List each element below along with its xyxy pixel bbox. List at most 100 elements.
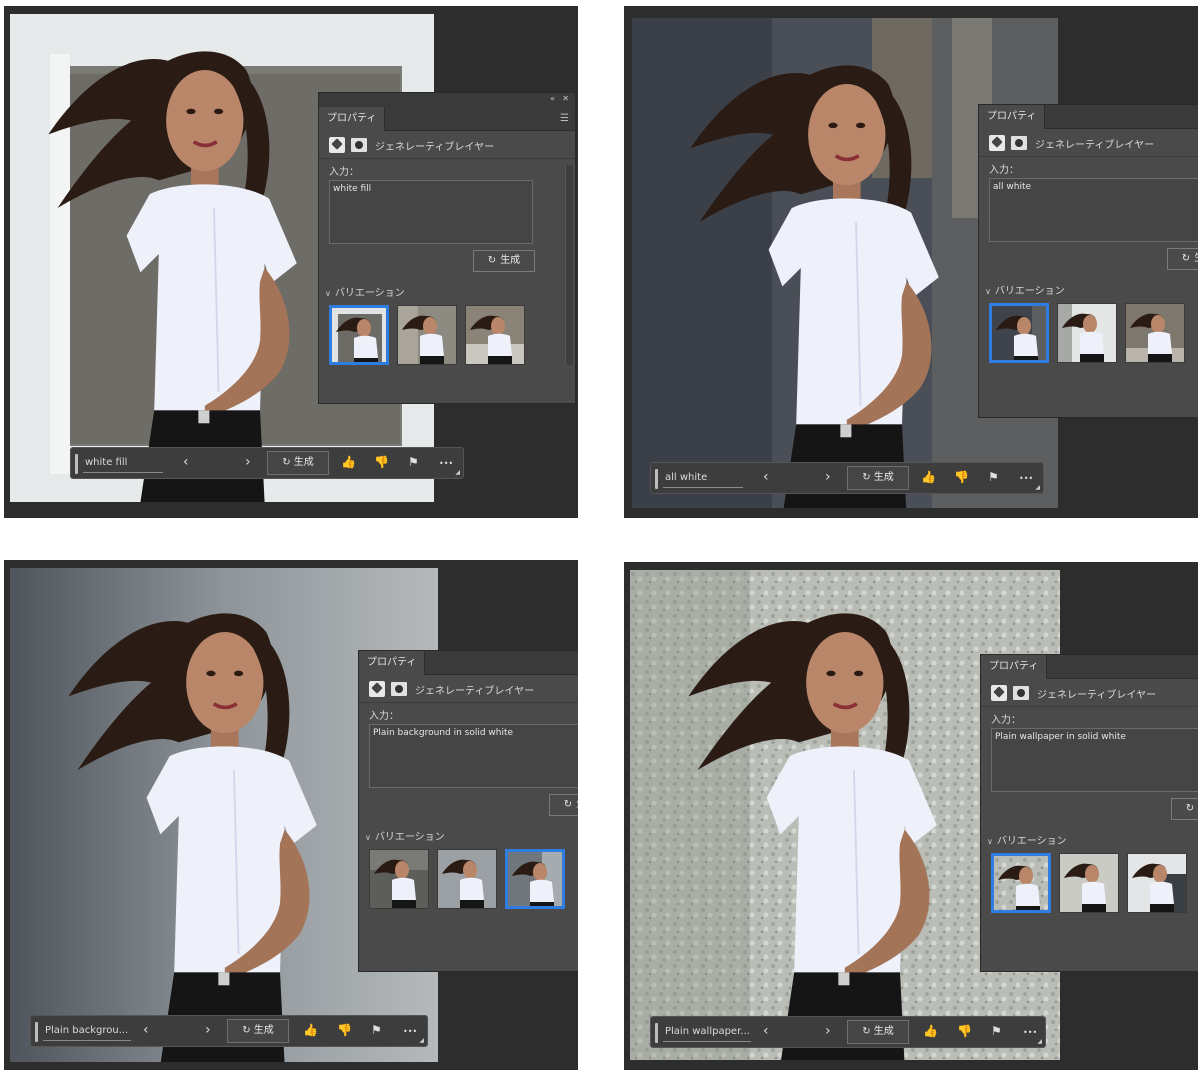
brush-icon [329, 137, 345, 153]
variation-thumbnail-2[interactable] [1057, 303, 1117, 363]
properties-panel-2: プロパティ ジェネレーティブレイヤー 入力： all white ↻生成 ∨バリ… [978, 104, 1198, 418]
variation-thumbnail-3[interactable] [505, 849, 565, 909]
refresh-icon: ↻ [242, 1025, 251, 1036]
tab-properties[interactable]: プロパティ [359, 651, 426, 675]
prompt-input[interactable]: all white [989, 178, 1198, 242]
variation-thumbnails [991, 853, 1198, 917]
prompt-input[interactable]: white fill [329, 180, 533, 244]
input-label: 入力： [991, 715, 1021, 726]
variation-thumbnails [329, 305, 575, 369]
variation-thumbnail-3[interactable] [1125, 303, 1185, 363]
thumbs-up-icon[interactable]: 👍 [921, 470, 936, 484]
chevron-left-icon[interactable]: ‹ [183, 454, 189, 470]
variation-thumbnails [989, 303, 1198, 367]
prompt-field[interactable]: Plain wallpaper... [665, 1026, 750, 1037]
variation-thumbnail-1[interactable] [369, 849, 429, 909]
flag-icon[interactable]: ⚑ [988, 470, 999, 484]
chevron-down-icon: ∨ [987, 837, 993, 846]
mask-icon [391, 682, 407, 696]
properties-panel-1: « ✕ プロパティ ☰ ジェネレーティブレイヤー 入力： white fill … [318, 92, 576, 404]
generate-button[interactable]: ↻生成 [1171, 798, 1198, 820]
drag-handle[interactable] [655, 469, 658, 489]
layer-row[interactable]: ジェネレーティブレイヤー [359, 675, 578, 703]
layer-name: ジェネレーティブレイヤー [375, 142, 495, 153]
generate-button[interactable]: ↻ 生成 [227, 1019, 289, 1043]
generate-button[interactable]: ↻ 生成 [847, 466, 909, 490]
thumbs-down-icon[interactable]: 👎 [957, 1024, 972, 1038]
variations-header[interactable]: ∨ バリエーション [979, 276, 1198, 303]
layer-name: ジェネレーティブレイヤー [415, 686, 535, 697]
layer-row[interactable]: ジェネレーティブレイヤー [319, 131, 575, 159]
variation-thumbnail-2[interactable] [1059, 853, 1119, 913]
tab-properties[interactable]: プロパティ [319, 107, 386, 131]
flag-icon[interactable]: ⚑ [991, 1024, 1002, 1038]
variation-thumbnail-1[interactable] [991, 853, 1051, 913]
variations-header[interactable]: ∨ バリエーション [359, 822, 578, 849]
properties-panel-4: プロパティ ジェネレーティブレイヤー 入力： Plain wallpaper i… [980, 654, 1198, 972]
variation-thumbnail-2[interactable] [397, 305, 457, 365]
variations-header[interactable]: ∨ バリエーション [981, 826, 1198, 853]
chevron-right-icon[interactable]: › [245, 454, 251, 470]
thumbs-down-icon[interactable]: 👎 [374, 455, 389, 469]
refresh-icon: ↻ [282, 457, 291, 468]
panel-menu-icon[interactable]: ☰ [560, 113, 569, 124]
variation-thumbnail-2[interactable] [437, 849, 497, 909]
layer-name: ジェネレーティブレイヤー [1037, 690, 1157, 701]
generate-button[interactable]: ↻ 生成 [847, 1020, 909, 1044]
generate-button[interactable]: ↻生成 [473, 250, 535, 272]
variation-thumbnail-3[interactable] [1127, 853, 1187, 913]
prompt-field[interactable]: Plain backgrou... [45, 1025, 128, 1036]
chevron-right-icon[interactable]: › [825, 1023, 831, 1039]
prompt-input[interactable]: Plain wallpaper in solid white [991, 728, 1198, 792]
chevron-left-icon[interactable]: ‹ [763, 1023, 769, 1039]
thumbs-up-icon[interactable]: 👍 [923, 1024, 938, 1038]
chevron-left-icon[interactable]: ‹ [143, 1022, 149, 1038]
chevron-down-icon: ∨ [985, 287, 991, 296]
drag-handle[interactable] [35, 1022, 38, 1042]
thumbs-up-icon[interactable]: 👍 [341, 455, 356, 469]
tab-properties[interactable]: プロパティ [981, 655, 1048, 679]
chevron-right-icon[interactable]: › [205, 1022, 211, 1038]
layer-row[interactable]: ジェネレーティブレイヤー [981, 679, 1198, 707]
more-icon[interactable]: ••• [439, 459, 453, 468]
close-icon[interactable]: ✕ [562, 94, 569, 103]
drag-handle[interactable] [75, 454, 78, 474]
mask-icon [351, 138, 367, 152]
refresh-icon: ↻ [1181, 253, 1191, 264]
brush-icon [991, 685, 1007, 701]
chevron-right-icon[interactable]: › [825, 469, 831, 485]
flag-icon[interactable]: ⚑ [408, 455, 419, 469]
screen-3: プロパティ ジェネレーティブレイヤー 入力： Plain background … [4, 560, 578, 1070]
more-icon[interactable]: ••• [1019, 474, 1033, 483]
variation-thumbnail-3[interactable] [465, 305, 525, 365]
mask-icon [1011, 136, 1027, 150]
thumbs-down-icon[interactable]: 👎 [337, 1023, 352, 1037]
more-icon[interactable]: ••• [1023, 1028, 1037, 1037]
thumbs-down-icon[interactable]: 👎 [954, 470, 969, 484]
collapse-icon[interactable]: « [550, 94, 555, 103]
refresh-icon: ↻ [862, 472, 871, 483]
flag-icon[interactable]: ⚑ [371, 1023, 382, 1037]
variation-thumbnail-1[interactable] [989, 303, 1049, 363]
tab-properties[interactable]: プロパティ [979, 105, 1046, 129]
layer-name: ジェネレーティブレイヤー [1035, 140, 1155, 151]
input-label: 入力： [989, 165, 1019, 176]
brush-icon [369, 681, 385, 697]
generate-button[interactable]: ↻生成 [1167, 248, 1198, 270]
variations-header[interactable]: ∨ バリエーション [319, 278, 575, 305]
generate-button[interactable]: ↻ 生成 [267, 451, 329, 475]
layer-row[interactable]: ジェネレーティブレイヤー [979, 129, 1198, 157]
input-label: 入力： [369, 711, 399, 722]
prompt-field[interactable]: all white [665, 472, 707, 483]
panel-scrollbar[interactable] [565, 165, 573, 365]
refresh-icon: ↻ [1185, 803, 1195, 814]
more-icon[interactable]: ••• [403, 1027, 417, 1036]
prompt-input[interactable]: Plain background in solid white [369, 724, 578, 788]
refresh-icon: ↻ [487, 255, 497, 266]
generate-button[interactable]: ↻生成 [549, 794, 578, 816]
prompt-field[interactable]: white fill [85, 457, 127, 468]
chevron-left-icon[interactable]: ‹ [763, 469, 769, 485]
drag-handle[interactable] [655, 1023, 658, 1043]
variation-thumbnail-1[interactable] [329, 305, 389, 365]
thumbs-up-icon[interactable]: 👍 [303, 1023, 318, 1037]
